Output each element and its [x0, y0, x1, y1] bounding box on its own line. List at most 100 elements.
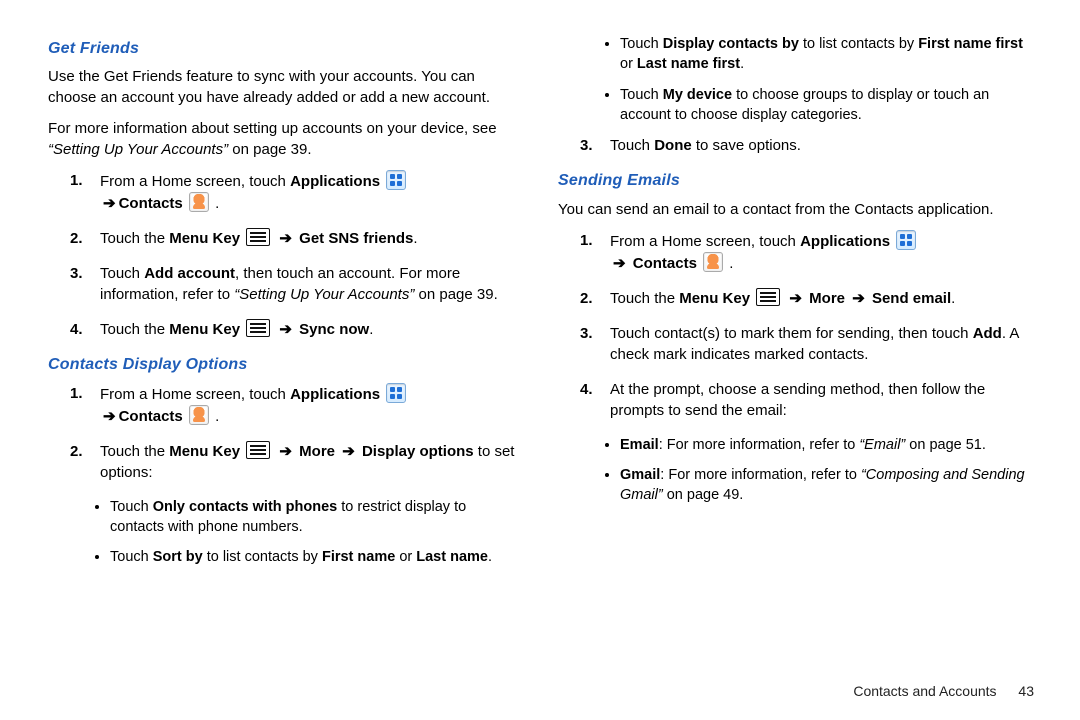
label-done: Done [654, 137, 692, 154]
label-applications: Applications [290, 386, 380, 403]
label-more: More [299, 443, 335, 460]
text: : For more information, refer to [660, 467, 861, 483]
label: Sort by [153, 549, 203, 565]
step-number: 1. [70, 170, 83, 191]
ref-email: “Email” [859, 437, 905, 453]
heading-sending-emails: Sending Emails [558, 170, 1034, 192]
step-4: 4. Touch the Menu Key ➔ Sync now. [100, 319, 524, 340]
period: . [488, 549, 492, 565]
ref-setting-up-accounts: “Setting Up Your Accounts” [234, 286, 414, 303]
step-number: 2. [580, 288, 593, 309]
label: Display contacts by [663, 36, 799, 52]
arrow-icon: ➔ [276, 230, 295, 247]
label: Last name first [637, 56, 740, 72]
text: or [620, 56, 637, 72]
label-contacts: Contacts [633, 255, 697, 272]
step-4: 4. At the prompt, choose a sending metho… [610, 379, 1034, 421]
step-number: 3. [580, 135, 593, 156]
contacts-icon [189, 192, 209, 212]
label: Gmail [620, 467, 660, 483]
contacts-icon [703, 252, 723, 272]
text: From a Home screen, touch [100, 386, 290, 403]
text: From a Home screen, touch [610, 233, 800, 250]
text: Touch [100, 265, 144, 282]
label-display-options: Display options [362, 443, 474, 460]
arrow-icon: ➔ [786, 290, 805, 307]
label-get-sns-friends: Get SNS friends [299, 230, 413, 247]
label: My device [663, 87, 732, 103]
text: Touch the [100, 443, 169, 460]
period: . [413, 230, 417, 247]
label-more: More [809, 290, 845, 307]
step-number: 1. [580, 230, 593, 251]
bullet-only-contacts-with-phones: Touch Only contacts with phones to restr… [110, 497, 524, 538]
step-number: 1. [70, 383, 83, 404]
step-number: 3. [580, 323, 593, 344]
arrow-icon: ➔ [610, 255, 629, 272]
step-1: 1. From a Home screen, touch Application… [100, 383, 524, 427]
text: Touch [110, 499, 153, 515]
period: . [729, 255, 733, 272]
step-3: 3. Touch Add account, then touch an acco… [100, 263, 524, 305]
bullet-sort-by: Touch Sort by to list contacts by First … [110, 547, 524, 567]
period: . [951, 290, 955, 307]
arrow-icon: ➔ [339, 443, 358, 460]
get-friends-crossref: For more information about setting up ac… [48, 118, 524, 160]
text: to list contacts by [203, 549, 322, 565]
period: . [215, 195, 219, 212]
page-number: 43 [1018, 683, 1034, 699]
label-add-account: Add account [144, 265, 235, 282]
step-2: 2. Touch the Menu Key ➔ More ➔ Send emai… [610, 288, 1034, 309]
text: to save options. [692, 137, 801, 154]
text: Touch contact(s) to mark them for sendin… [610, 325, 973, 342]
text: At the prompt, choose a sending method, … [610, 381, 985, 419]
arrow-icon: ➔ [276, 443, 295, 460]
text: Touch the [610, 290, 679, 307]
menu-key-icon [246, 228, 270, 246]
step-number: 2. [70, 441, 83, 462]
applications-icon [386, 383, 406, 403]
step-1: 1. From a Home screen, touch Application… [100, 170, 524, 214]
label-sync-now: Sync now [299, 321, 369, 338]
text: or [395, 549, 416, 565]
text: to list contacts by [799, 36, 918, 52]
display-options-step3: 3. Touch Done to save options. [558, 135, 1034, 156]
period: . [740, 56, 744, 72]
bullet-gmail-app: Gmail: For more information, refer to “C… [620, 465, 1034, 506]
sending-emails-intro: You can send an email to a contact from … [558, 199, 1034, 220]
right-column: Touch Display contacts by to list contac… [558, 30, 1034, 578]
menu-key-icon [756, 288, 780, 306]
contacts-icon [189, 405, 209, 425]
step-number: 2. [70, 228, 83, 249]
label-menu-key: Menu Key [679, 290, 750, 307]
text: Touch [620, 36, 663, 52]
text: Touch [610, 137, 654, 154]
text: on page 49. [663, 487, 744, 503]
period: . [369, 321, 373, 338]
bullet-display-contacts-by: Touch Display contacts by to list contac… [620, 34, 1034, 75]
get-friends-intro: Use the Get Friends feature to sync with… [48, 66, 524, 108]
text: Touch [110, 549, 153, 565]
text: on page 51. [905, 437, 986, 453]
page-footer: Contacts and Accounts 43 [853, 682, 1034, 702]
label-contacts: Contacts [119, 408, 183, 425]
applications-icon [896, 230, 916, 250]
label: Last name [416, 549, 488, 565]
arrow-icon: ➔ [100, 408, 119, 425]
manual-page: Get Friends Use the Get Friends feature … [0, 0, 1080, 720]
text: Touch [620, 87, 663, 103]
display-options-bullets-continued: Touch Display contacts by to list contac… [558, 34, 1034, 125]
menu-key-icon [246, 441, 270, 459]
label-add: Add [973, 325, 1002, 342]
get-friends-steps: 1. From a Home screen, touch Application… [48, 170, 524, 340]
label-menu-key: Menu Key [169, 321, 240, 338]
display-options-bullets: Touch Only contacts with phones to restr… [48, 497, 524, 568]
arrow-icon: ➔ [849, 290, 868, 307]
left-column: Get Friends Use the Get Friends feature … [48, 30, 524, 578]
footer-section-label: Contacts and Accounts [853, 683, 996, 699]
ref-setting-up-accounts: “Setting Up Your Accounts” [48, 141, 228, 158]
label: Email [620, 437, 659, 453]
text: on page 39. [228, 141, 311, 158]
step-number: 4. [580, 379, 593, 400]
label-contacts: Contacts [119, 195, 183, 212]
